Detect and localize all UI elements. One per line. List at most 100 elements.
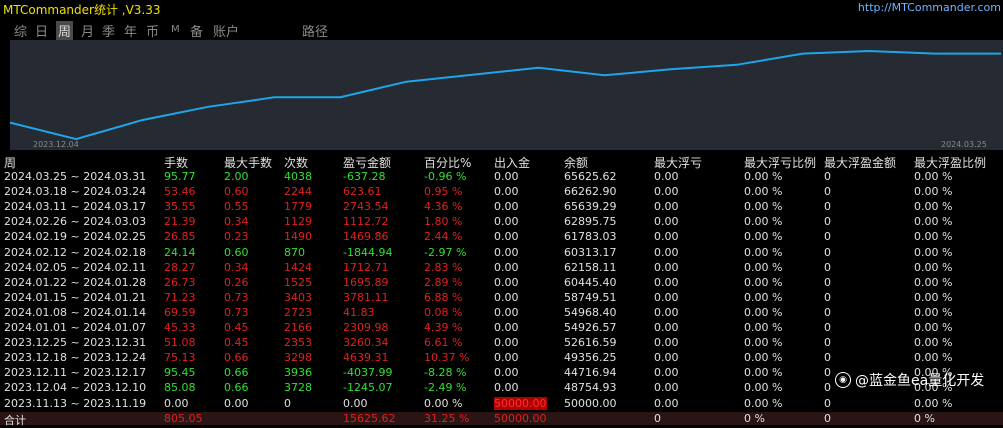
tab-account[interactable]: 账户 (213, 21, 239, 40)
cell-percent: -2.97 % (424, 245, 467, 259)
cell-max-lots: 2.00 (224, 170, 249, 183)
tab-year[interactable]: 年 (124, 21, 137, 40)
tab-week[interactable]: 周 (56, 21, 74, 40)
cell-max-floating-profit-ratio: 0.00 % (914, 305, 953, 319)
table-row: 2024.02.05 ~ 2024.02.11 28.27 0.34 1424 1712… (0, 261, 1003, 274)
cell-max-lots: 0.73 (224, 305, 249, 319)
cell-percent: 2.44 % (424, 230, 463, 244)
cell-profit: 623.61 (343, 185, 382, 199)
cell-deposit: 0.00 (494, 230, 519, 244)
cell-balance: 65625.62 (564, 170, 617, 183)
cell-percent: 0.95 % (424, 185, 463, 199)
cell-week: 2024.03.18 ~ 2024.03.24 (4, 185, 147, 199)
cell-max-floating-profit: 0 (824, 260, 831, 274)
cell-deposit: 0.00 (494, 321, 519, 334)
cell-max-floating-profit: 0 (824, 366, 831, 380)
cell-percent: -0.96 % (424, 170, 467, 183)
cell-max-lots: 0.45 (224, 321, 249, 334)
tab-notes[interactable]: 备 (190, 21, 203, 40)
cell-max-floating-loss: 0.00 (654, 275, 679, 289)
cell-week: 2024.01.22 ~ 2024.01.28 (4, 275, 147, 289)
cell-balance: 49356.25 (564, 351, 617, 365)
cell-trades: 1490 (284, 230, 312, 244)
cell-max-floating-profit: 0 (824, 305, 831, 319)
cell-lots: 24.14 (164, 245, 196, 259)
tab-month[interactable]: 月 (81, 21, 94, 40)
cell-max-floating-loss: 0.00 (654, 336, 679, 350)
cell-max-floating-profit: 0 (824, 170, 831, 183)
cell-deposit: 0.00 (494, 290, 519, 304)
cell-week: 2023.12.18 ~ 2023.12.24 (4, 351, 147, 365)
cell-balance: 48754.93 (564, 381, 617, 395)
cell-max-lots: 0.66 (224, 381, 249, 395)
cell-max-floating-profit-ratio: 0.00 % (914, 215, 953, 229)
cell-max-lots: 0.45 (224, 336, 249, 350)
app-url-link[interactable]: http://MTCommander.com (858, 1, 1001, 14)
cell-profit: -1844.94 (343, 245, 393, 259)
table-row: 2024.01.08 ~ 2024.01.14 69.59 0.73 2723 41.8… (0, 306, 1003, 319)
cell-balance: 52616.59 (564, 336, 617, 350)
cell-max-floating-loss: 0.00 (654, 170, 679, 183)
cell-lots: 75.13 (164, 351, 196, 365)
cell-balance: 62158.11 (564, 260, 617, 274)
cell-balance: 54926.57 (564, 321, 617, 334)
cell-max-floating-loss-ratio: 0.00 % (744, 200, 783, 214)
header-week: 周 (4, 156, 17, 170)
header-max-lots: 最大手数 (224, 156, 273, 170)
cell-percent: 1.80 % (424, 215, 463, 229)
cell-deposit: 0.00 (494, 275, 519, 289)
equity-line (10, 49, 1001, 141)
cell-deposit: 0.00 (494, 336, 519, 350)
cell-max-floating-profit-ratio: 0.00 % (914, 200, 953, 214)
total-deposit: 50000.00 (494, 411, 547, 425)
cell-deposit: 0.00 (494, 366, 519, 380)
tab-path[interactable]: 路径 (302, 21, 328, 40)
tab-currency[interactable]: 币 (146, 21, 159, 40)
cell-max-lots: 0.23 (224, 230, 249, 244)
cell-max-floating-loss-ratio: 0.00 % (744, 351, 783, 365)
cell-max-floating-profit-ratio: 0.00 % (914, 290, 953, 304)
equity-chart (10, 40, 1003, 150)
cell-lots: 95.77 (164, 170, 196, 183)
cell-lots: 95.45 (164, 366, 196, 380)
total-lots: 805.05 (164, 411, 203, 425)
table-row: 2024.02.19 ~ 2024.02.25 26.85 0.23 1490 1469… (0, 230, 1003, 243)
cell-profit: 1712.71 (343, 260, 389, 274)
cell-week: 2023.12.04 ~ 2023.12.10 (4, 381, 147, 395)
cell-percent: -8.28 % (424, 366, 467, 380)
tab-bar: 综 日 周 月 季 年 币 M 备 账户 路径 (0, 18, 1003, 40)
table-row: 2023.12.25 ~ 2023.12.31 51.08 0.45 2353 3260… (0, 336, 1003, 349)
cell-max-floating-loss: 0.00 (654, 290, 679, 304)
cell-percent: 2.83 % (424, 260, 463, 274)
tab-overview[interactable]: 综 (14, 21, 27, 40)
cell-max-lots: 0.26 (224, 275, 249, 289)
cell-max-floating-loss-ratio: 0.00 % (744, 381, 783, 395)
cell-max-floating-profit-ratio: 0.00 % (914, 185, 953, 199)
table-row: 2024.02.12 ~ 2024.02.18 24.14 0.60 870 -1844… (0, 246, 1003, 259)
x-axis-start-label: 2023.12.04 (33, 140, 79, 149)
cell-profit: 2743.54 (343, 200, 389, 214)
cell-max-lots: 0.34 (224, 260, 249, 274)
tab-m[interactable]: M (171, 24, 180, 35)
cell-max-floating-profit-ratio: 0.00 % (914, 275, 953, 289)
cell-balance: 58749.51 (564, 290, 617, 304)
cell-trades: 2353 (284, 336, 312, 350)
cell-max-lots: 0.60 (224, 185, 249, 199)
tab-quarter[interactable]: 季 (102, 21, 115, 40)
cell-profit: 1112.72 (343, 215, 389, 229)
cell-trades: 2244 (284, 185, 312, 199)
cell-deposit: 0.00 (494, 260, 519, 274)
cell-percent: 6.61 % (424, 336, 463, 350)
cell-lots: 45.33 (164, 321, 196, 334)
cell-max-floating-loss-ratio: 0.00 % (744, 215, 783, 229)
cell-week: 2024.03.25 ~ 2024.03.31 (4, 170, 147, 183)
table-row: 2024.03.25 ~ 2024.03.31 95.77 2.00 4038 -637… (0, 170, 1003, 183)
cell-lots: 71.23 (164, 290, 196, 304)
cell-trades: 3936 (284, 366, 312, 380)
cell-max-floating-loss: 0.00 (654, 215, 679, 229)
tab-day[interactable]: 日 (35, 21, 48, 40)
cell-max-floating-loss-ratio: 0.00 % (744, 260, 783, 274)
cell-max-floating-loss: 0.00 (654, 200, 679, 214)
cell-max-floating-profit: 0 (824, 321, 831, 334)
cell-trades: 1525 (284, 275, 312, 289)
